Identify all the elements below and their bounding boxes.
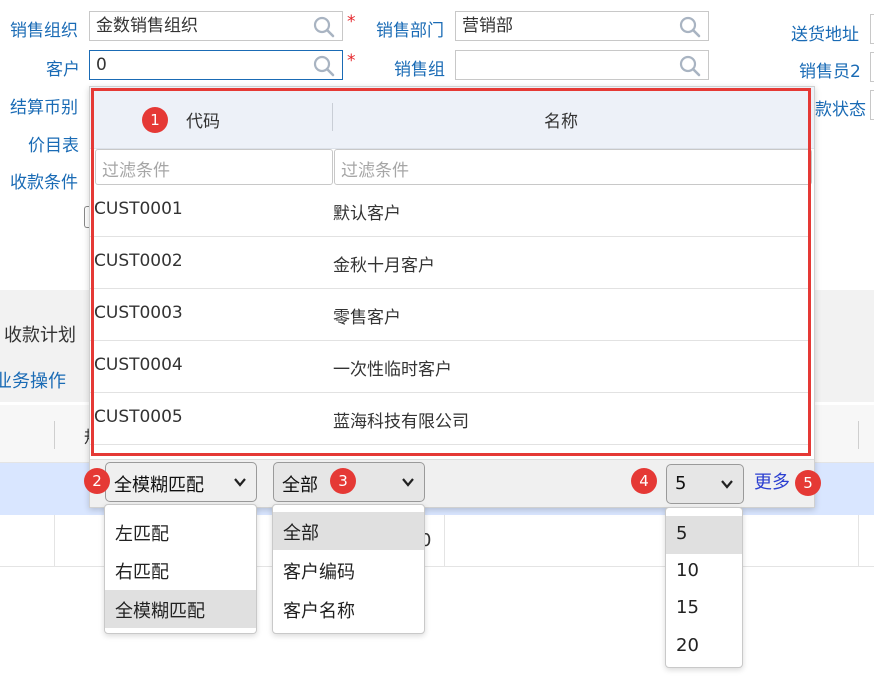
customer-name: 一次性临时客户	[333, 360, 452, 380]
sales-org-value: 金数销售组织	[96, 16, 198, 36]
salesperson2-field[interactable]	[870, 52, 874, 82]
chevron-down-icon	[234, 478, 246, 487]
customer-name: 金秋十月客户	[333, 256, 435, 276]
price-list-label: 价目表	[28, 136, 79, 156]
settle-currency-label: 结算币别	[10, 98, 78, 118]
search-scope-menu: 全部 客户编码 客户名称	[272, 504, 425, 634]
annotation-badge-5: 5	[795, 470, 821, 496]
customer-field[interactable]: 0	[89, 50, 343, 80]
name-filter-input[interactable]: 过滤条件	[334, 149, 812, 185]
code-filter-input[interactable]: 过滤条件	[95, 149, 333, 185]
list-item[interactable]: CUST0002 金秋十月客户	[90, 237, 810, 289]
delivery-address-field[interactable]	[870, 14, 874, 44]
annotation-badge-4: 4	[631, 468, 657, 494]
tab-collection-plan[interactable]: 收款计划	[4, 321, 76, 347]
sales-dept-label: 销售部门	[376, 21, 444, 41]
customer-code: CUST0003	[94, 303, 183, 323]
column-divider	[332, 103, 333, 131]
search-scope-option[interactable]: 全部	[273, 512, 424, 550]
sales-org-label: 销售组织	[10, 21, 78, 41]
match-mode-option[interactable]: 右匹配	[105, 551, 256, 589]
customer-name: 默认客户	[333, 204, 401, 224]
salesperson2-label: 销售员2	[799, 62, 861, 82]
search-icon[interactable]	[678, 55, 702, 77]
required-marker: *	[347, 12, 356, 32]
customer-name: 零售客户	[333, 308, 401, 328]
column-header-name[interactable]: 名称	[544, 107, 578, 132]
page-size-option[interactable]: 15	[666, 590, 742, 628]
collection-status-field[interactable]	[870, 90, 874, 120]
page-size-option[interactable]: 10	[666, 553, 742, 591]
list-item[interactable]: CUST0003 零售客户	[90, 289, 810, 341]
search-scope-option[interactable]: 客户名称	[273, 590, 424, 628]
page-size-select[interactable]: 5	[666, 464, 744, 504]
tab-business-ops[interactable]: 业务操作	[0, 367, 66, 393]
match-mode-select[interactable]: 全模糊匹配	[105, 462, 257, 502]
customer-code: CUST0002	[94, 251, 183, 271]
customer-value: 0	[96, 55, 107, 75]
cell-divider	[858, 515, 859, 567]
more-link[interactable]: 更多	[754, 468, 790, 494]
search-scope-value: 全部	[282, 475, 318, 496]
column-header-code[interactable]: 代码	[186, 107, 220, 132]
sales-dept-value: 营销部	[462, 16, 513, 36]
sales-org-field[interactable]: 金数销售组织	[89, 11, 343, 41]
chevron-down-icon	[402, 478, 414, 487]
page-size-menu: 5 10 15 20	[665, 507, 743, 668]
match-mode-option[interactable]: 全模糊匹配	[105, 590, 256, 628]
column-divider	[858, 421, 859, 449]
required-marker: *	[347, 51, 356, 71]
annotation-badge-1: 1	[142, 107, 168, 133]
payment-terms-label: 收款条件	[10, 173, 78, 193]
collection-status-label: 款状态	[815, 100, 866, 120]
lookup-header: 代码 名称	[90, 87, 814, 149]
column-divider	[54, 421, 55, 449]
match-mode-menu: 左匹配 右匹配 全模糊匹配	[104, 504, 257, 634]
search-icon[interactable]	[678, 16, 702, 38]
customer-lookup-popup: 代码 名称 过滤条件 过滤条件 CUST0001 默认客户 CUST0002 金…	[89, 86, 815, 508]
sales-group-label: 销售组	[394, 60, 445, 80]
delivery-address-label: 送货地址	[791, 25, 859, 45]
sales-dept-field[interactable]: 营销部	[455, 11, 709, 41]
customer-code: CUST0004	[94, 355, 183, 375]
customer-label: 客户	[46, 60, 80, 80]
search-icon[interactable]	[312, 16, 336, 38]
annotation-badge-3: 3	[330, 468, 356, 494]
sales-group-field[interactable]	[455, 50, 709, 80]
page-size-value: 5	[675, 473, 687, 494]
list-item[interactable]: CUST0005 蓝海科技有限公司	[90, 393, 810, 445]
annotation-badge-2: 2	[84, 468, 110, 494]
list-item[interactable]: CUST0001 默认客户	[90, 185, 810, 237]
page-size-option[interactable]: 20	[666, 628, 742, 666]
customer-name: 蓝海科技有限公司	[333, 412, 469, 432]
chevron-down-icon	[721, 480, 733, 489]
customer-code: CUST0005	[94, 407, 183, 427]
match-mode-value: 全模糊匹配	[114, 475, 204, 496]
cell-divider	[444, 515, 445, 567]
search-icon[interactable]	[312, 55, 336, 77]
search-scope-option[interactable]: 客户编码	[273, 551, 424, 589]
match-mode-option[interactable]: 左匹配	[105, 513, 256, 551]
page-size-option[interactable]: 5	[666, 516, 742, 554]
cell-divider	[54, 515, 55, 567]
customer-code: CUST0001	[94, 199, 183, 219]
list-item[interactable]: CUST0004 一次性临时客户	[90, 341, 810, 393]
